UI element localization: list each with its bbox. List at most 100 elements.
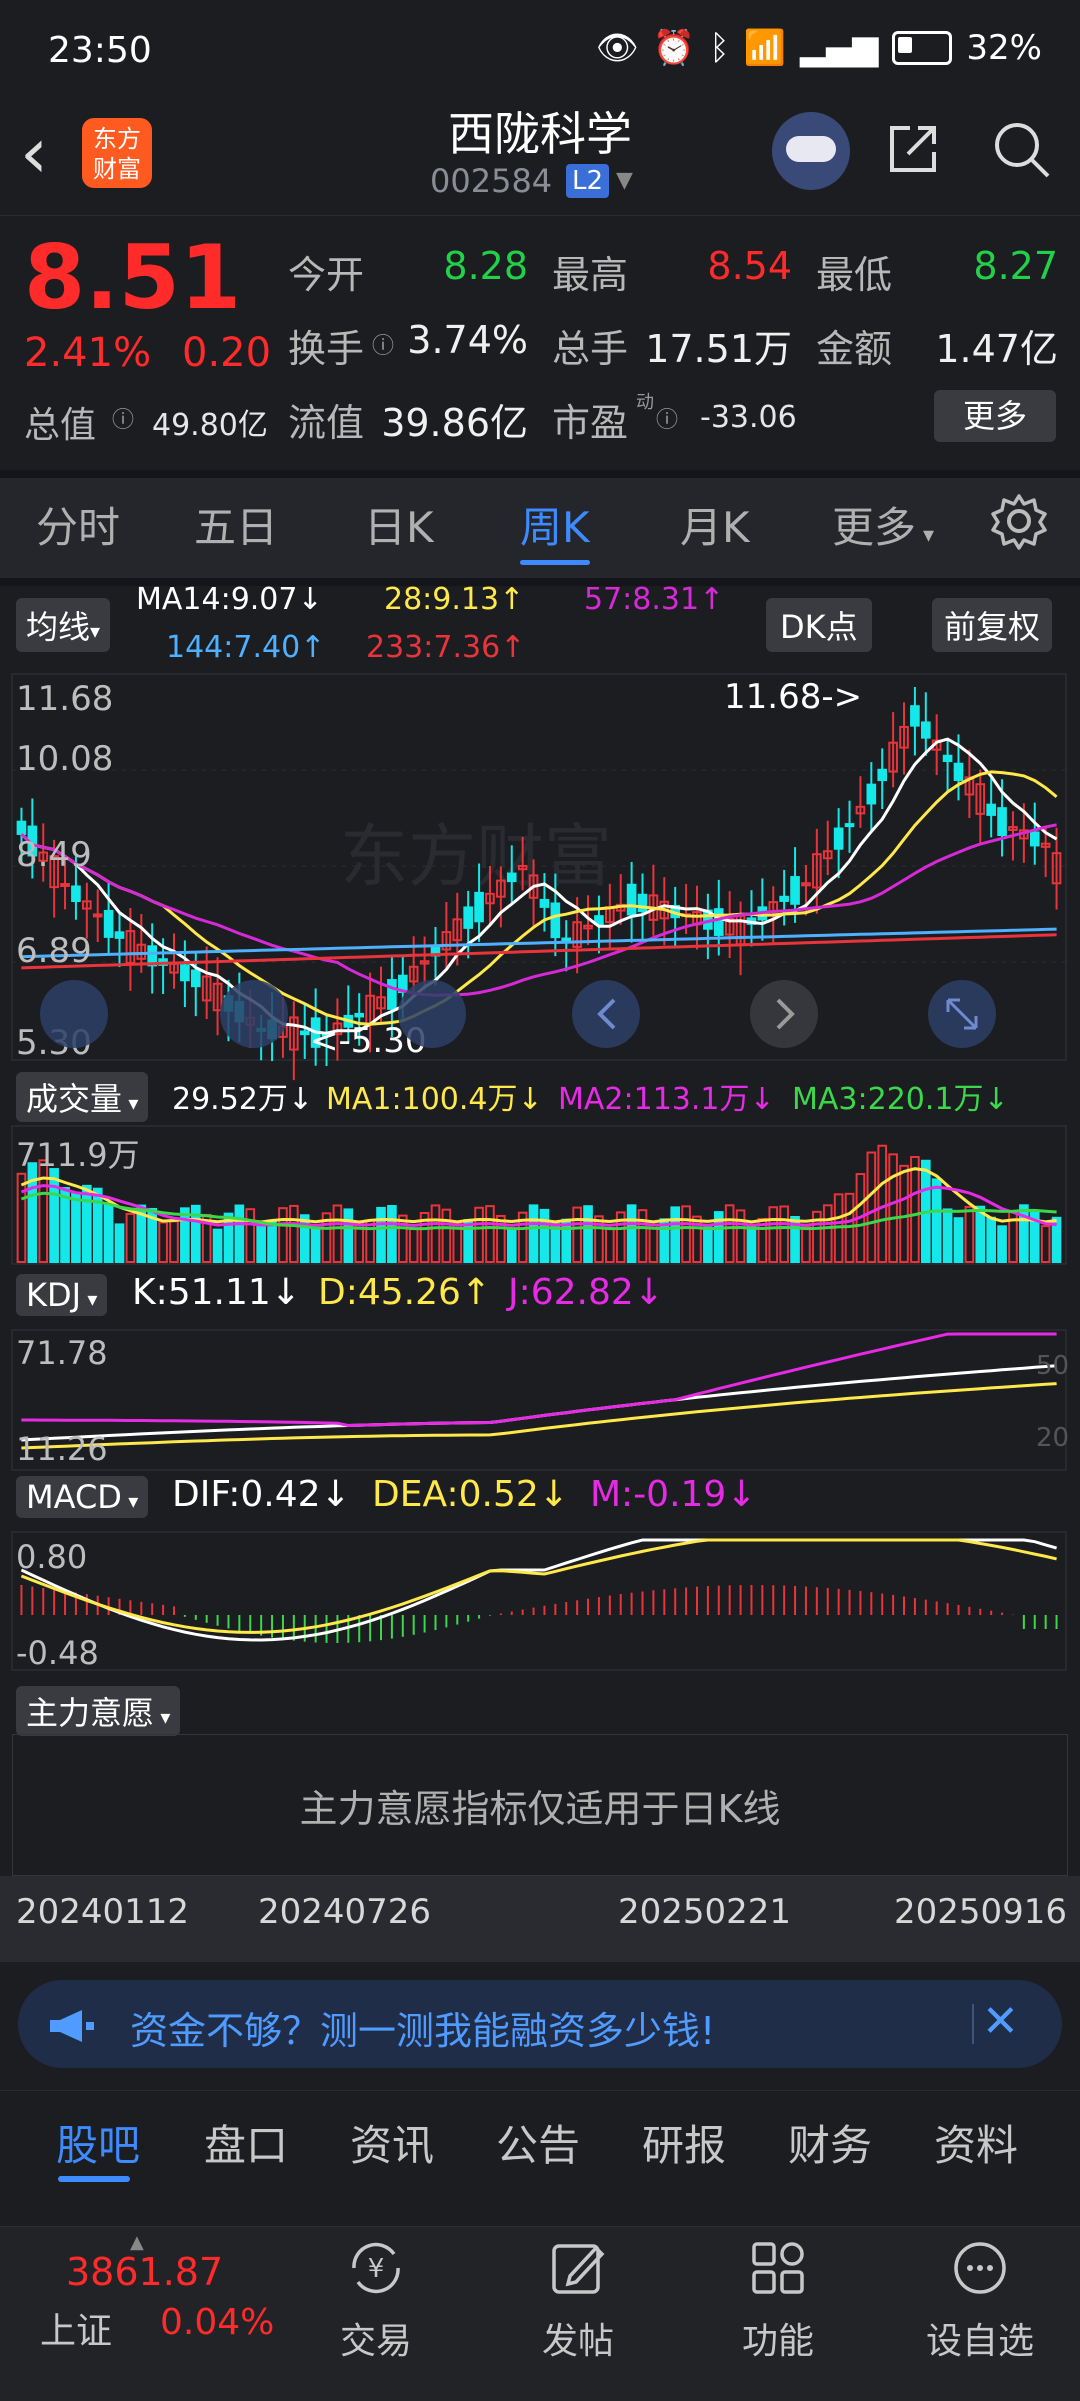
candle-body [953, 762, 964, 781]
volume-current: 29.52万↓ [172, 1074, 313, 1118]
volume-bar [724, 1204, 735, 1263]
tab-announcements[interactable]: 公告 [496, 2112, 580, 2173]
volume-bar [441, 1208, 452, 1264]
kdj-top-label: 71.78 [16, 1334, 108, 1372]
volume-bar [681, 1205, 691, 1263]
arrow-down-icon: ↓ [726, 1474, 757, 1515]
arrow-down-icon: ↓ [270, 1272, 301, 1313]
volume-bar [1040, 1225, 1051, 1263]
candle-body [713, 908, 724, 936]
volume-bar [899, 1164, 909, 1264]
tab-news[interactable]: 资讯 [350, 2112, 434, 2173]
index-name[interactable]: 上证 [40, 2302, 112, 2354]
candle-body [539, 898, 550, 908]
candle-body [877, 768, 888, 782]
kdj-d-text: D:45.26 [318, 1272, 461, 1313]
chevron-down-icon: ▾ [81, 1287, 98, 1311]
volume-bar [408, 1227, 419, 1264]
candle-body [626, 883, 637, 916]
macd-dea: DEA:0.52↓ [372, 1474, 569, 1515]
macd-m-text: M:-0.19 [590, 1474, 727, 1515]
volume-bar [16, 1172, 27, 1264]
kdj-j-line [21, 1332, 1057, 1428]
date-label-4: 20250916 [894, 1892, 1068, 1932]
candle-body [986, 803, 996, 816]
macd-selector-button[interactable]: MACD ▾ [16, 1476, 149, 1518]
candle-body [190, 969, 201, 988]
volume-bar [485, 1205, 495, 1263]
y-label-3: 8.49 [16, 835, 92, 875]
chevron-down-icon: ▾ [121, 1489, 139, 1513]
tab-guba[interactable]: 股吧 [56, 2112, 140, 2173]
index-value[interactable]: 3861.87 [66, 2250, 223, 2294]
candle-body [180, 964, 190, 982]
candle-body [463, 906, 473, 929]
nav-trade[interactable]: ¥ 交易 [306, 2236, 446, 2364]
candle-body [833, 827, 844, 850]
candle-body [910, 705, 920, 727]
close-icon[interactable]: ✕ [982, 1996, 1019, 2047]
volume-bar [888, 1153, 898, 1264]
volume-bar [735, 1209, 746, 1263]
nav-post[interactable]: 发帖 [508, 2236, 648, 2364]
candle-body [844, 823, 855, 828]
volume-bar [38, 1159, 49, 1263]
volume-bar [397, 1214, 408, 1263]
volume-bar [332, 1204, 343, 1264]
watermark: 东方财富 [340, 818, 612, 897]
volume-bar [648, 1223, 659, 1264]
volume-bar [539, 1208, 550, 1264]
volume-selector-button[interactable]: 成交量 ▾ [16, 1072, 149, 1122]
chevron-down-icon: ▾ [122, 1091, 139, 1115]
kdj-d: D:45.26↑ [318, 1272, 491, 1313]
nav-watchlist[interactable]: 设自选 [910, 2236, 1050, 2364]
volume-bar [942, 1208, 953, 1263]
banner-text[interactable]: 资金不够？测一测我能融资多少钱! [130, 2000, 715, 2055]
nav-functions[interactable]: 功能 [708, 2236, 848, 2364]
trade-icon: ¥ [352, 2242, 400, 2294]
volume-bar [365, 1219, 375, 1263]
date-label-3: 20250221 [618, 1892, 792, 1932]
candle-body [299, 1030, 310, 1036]
volume-ma1-text: MA1:100.4万 [326, 1082, 518, 1117]
y-label-2: 10.08 [16, 739, 113, 779]
volume-ma2: MA2:113.1万↓ [558, 1074, 775, 1118]
kdj-k: K:51.11↓ [132, 1272, 301, 1313]
volume-bar [376, 1206, 386, 1264]
volume-bar [866, 1151, 877, 1263]
volume-bar [60, 1187, 70, 1264]
volume-bar [975, 1205, 986, 1264]
candle-body [1029, 831, 1040, 847]
tab-profile[interactable]: 资料 [934, 2112, 1018, 2173]
kdj-j: J:62.82↓ [508, 1272, 664, 1313]
volume-bar [49, 1168, 59, 1264]
volume-bar [169, 1220, 179, 1264]
tab-finance[interactable]: 财务 [788, 2112, 872, 2173]
zhuli-selector-button[interactable]: 主力意愿 ▾ [16, 1686, 181, 1736]
index-change[interactable]: 0.04% [160, 2302, 274, 2343]
volume-bar [27, 1162, 38, 1263]
volume-bar [637, 1209, 648, 1263]
macd-dea-text: DEA:0.52 [372, 1474, 539, 1515]
volume-bar [572, 1206, 582, 1264]
volume-ma3: MA3:220.1万↓ [792, 1074, 1009, 1118]
kdj-selector-button[interactable]: KDJ ▾ [16, 1274, 108, 1316]
arrow-down-icon: ↓ [633, 1272, 664, 1313]
volume-bar [474, 1206, 484, 1263]
volume-bar [779, 1205, 789, 1264]
volume-bars-group [16, 1144, 1062, 1264]
active-tab-indicator [58, 2176, 130, 2182]
tab-research[interactable]: 研报 [642, 2112, 726, 2173]
candle-body [92, 913, 103, 918]
y-label-top: 11.68 [16, 679, 113, 719]
tab-pankou[interactable]: 盘口 [204, 2112, 288, 2173]
volume-ma3-text: MA3:220.1万 [792, 1082, 984, 1117]
max-price-mark: 11.68-> [724, 677, 862, 717]
volume-bar [528, 1204, 539, 1263]
volume-bar [463, 1219, 473, 1264]
date-label-2: 20240726 [258, 1892, 432, 1932]
candle-body [550, 902, 561, 939]
date-label-1: 20240112 [16, 1892, 190, 1932]
volume-bar [670, 1206, 681, 1264]
nav-trade-label: 交易 [339, 2321, 412, 2362]
